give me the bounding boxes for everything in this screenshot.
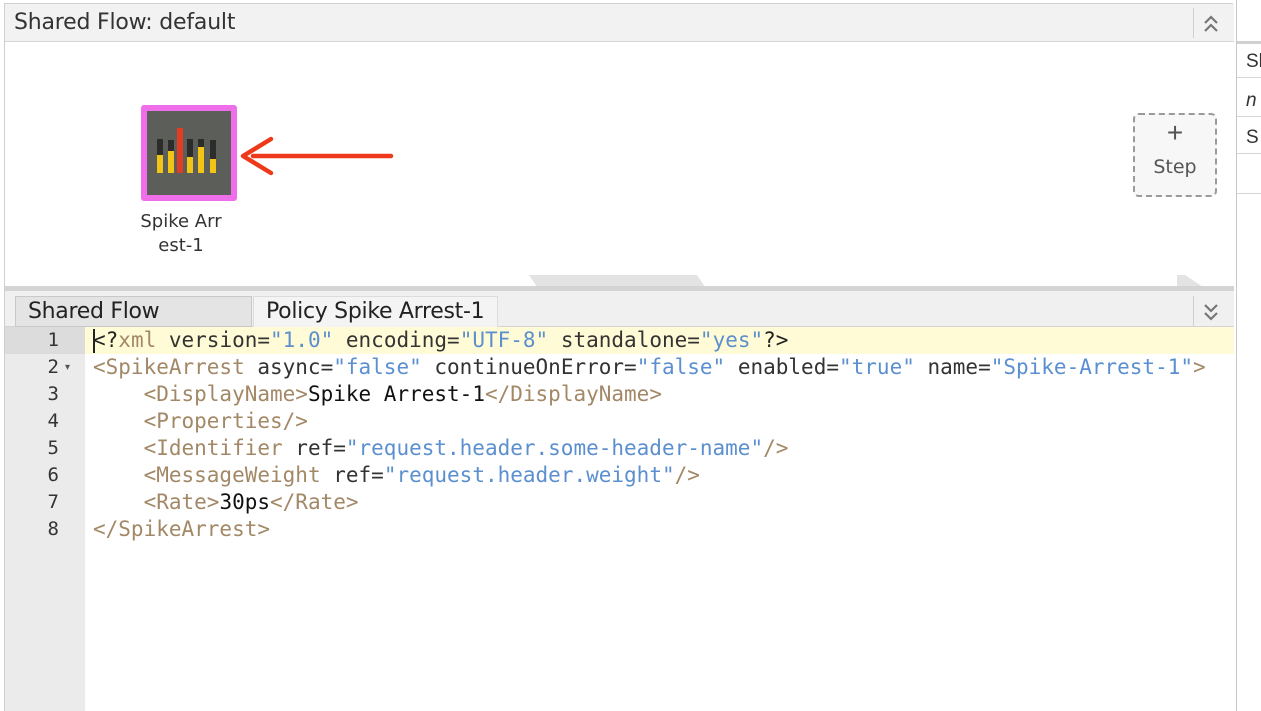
properties-header-line <box>1237 41 1261 44</box>
code-token: <MessageWeight <box>143 463 321 487</box>
code-token: ref= <box>320 463 384 487</box>
code-token: name= <box>914 355 991 379</box>
properties-row: n <box>1237 84 1261 117</box>
code-token: async= <box>244 355 334 379</box>
code-token: "Spike-Arrest-1" <box>990 355 1194 379</box>
shared-flow-panel: Shared Flow: default Spike Arr est-1 + S… <box>4 3 1234 287</box>
spike-arrest-bar-icon <box>157 128 216 173</box>
code-line: </SpikeArrest> <box>93 516 270 543</box>
spike-arrest-policy-step[interactable] <box>141 105 237 201</box>
add-step-button[interactable]: + Step <box>1133 113 1217 197</box>
code-token: > <box>1193 355 1206 379</box>
code-token: ref= <box>282 436 346 460</box>
code-token: encoding= <box>333 328 460 352</box>
code-editor-panel: Shared Flow default Policy Spike Arrest-… <box>4 286 1234 711</box>
code-token: continueOnError= <box>421 355 637 379</box>
code-token: <Identifier <box>143 436 283 460</box>
code-line: <Identifier ref="request.header.some-hea… <box>93 435 789 462</box>
code-token: "1.0" <box>270 328 334 352</box>
code-token: enabled= <box>725 355 839 379</box>
code-token: xml <box>118 328 157 352</box>
chevron-double-down-icon <box>1204 304 1218 321</box>
fold-toggle-icon[interactable]: ▾ <box>65 362 79 373</box>
line-number: 4 <box>47 410 59 432</box>
shared-flow-header: Shared Flow: default <box>5 4 1234 42</box>
line-number: 7 <box>47 491 59 513</box>
policy-step-label: Spike Arr est-1 <box>123 210 239 258</box>
code-token: "false" <box>636 355 726 379</box>
code-token: </SpikeArrest> <box>93 517 271 541</box>
header-divider <box>1193 8 1194 38</box>
code-token: "UTF-8" <box>459 328 549 352</box>
line-number: 6 <box>47 464 59 486</box>
code-token: <DisplayName> <box>143 382 308 406</box>
code-token: 30ps <box>219 490 271 514</box>
tab-shared-flow-default[interactable]: Shared Flow default <box>15 296 252 354</box>
flow-canvas: Spike Arr est-1 + Step <box>5 42 1234 287</box>
code-token: /> <box>674 463 700 487</box>
text-cursor <box>93 329 95 353</box>
properties-panel-edge: Sh n S <box>1236 0 1261 711</box>
properties-row: S <box>1237 121 1261 154</box>
expand-panel-button[interactable] <box>1199 297 1223 325</box>
tab-bar-divider <box>1193 296 1194 326</box>
code-token: <Rate> <box>143 490 220 514</box>
code-token: <? <box>93 328 119 352</box>
line-number: 1 <box>47 329 59 351</box>
line-number: 3 <box>47 383 59 405</box>
line-number: 5 <box>47 437 59 459</box>
properties-row <box>1237 158 1261 194</box>
code-token: "request.header.weight" <box>383 463 675 487</box>
plus-icon: + <box>1166 117 1184 148</box>
code-token: "true" <box>839 355 915 379</box>
editor-tab-bar: Shared Flow default Policy Spike Arrest-… <box>5 286 1234 354</box>
line-number: 2 <box>47 356 59 378</box>
code-line: <Properties/> <box>93 408 308 435</box>
code-token: <Properties/> <box>143 409 308 433</box>
code-line: <SpikeArrest async="false" continueOnErr… <box>93 354 1206 381</box>
xml-code-editor[interactable]: <?xml version="1.0" encoding="UTF-8" sta… <box>93 327 1234 711</box>
code-line: <?xml version="1.0" encoding="UTF-8" sta… <box>93 327 788 354</box>
code-token: "false" <box>333 355 422 379</box>
tab-policy-spike-arrest[interactable]: Policy Spike Arrest-1 <box>253 296 498 327</box>
add-step-label: Step <box>1153 156 1197 178</box>
code-line: <Rate>30ps</Rate> <box>93 489 359 516</box>
panel-title: Shared Flow: default <box>14 10 236 35</box>
policy-label-line-1: Spike Arr <box>140 211 222 232</box>
code-token: Spike Arrest-1 <box>307 382 485 406</box>
collapse-panel-button[interactable] <box>1199 10 1223 38</box>
code-token: </Rate> <box>270 490 359 514</box>
code-token: "yes" <box>699 328 764 352</box>
code-token: <SpikeArrest <box>93 355 245 379</box>
annotation-arrow-icon <box>240 136 394 176</box>
line-number: 8 <box>47 518 59 540</box>
code-token: standalone= <box>548 328 700 352</box>
code-token: </DisplayName> <box>484 382 662 406</box>
code-token: "request.header.some-header-name" <box>345 436 764 460</box>
properties-row: Sh <box>1237 45 1261 78</box>
policy-label-line-2: est-1 <box>158 235 204 256</box>
code-token: ?> <box>763 328 789 352</box>
code-token: version= <box>156 328 271 352</box>
chevron-double-up-icon <box>1204 15 1218 32</box>
code-line: <MessageWeight ref="request.header.weigh… <box>93 462 700 489</box>
code-line: <DisplayName>Spike Arrest-1</DisplayName… <box>93 381 662 408</box>
code-token: /> <box>763 436 789 460</box>
